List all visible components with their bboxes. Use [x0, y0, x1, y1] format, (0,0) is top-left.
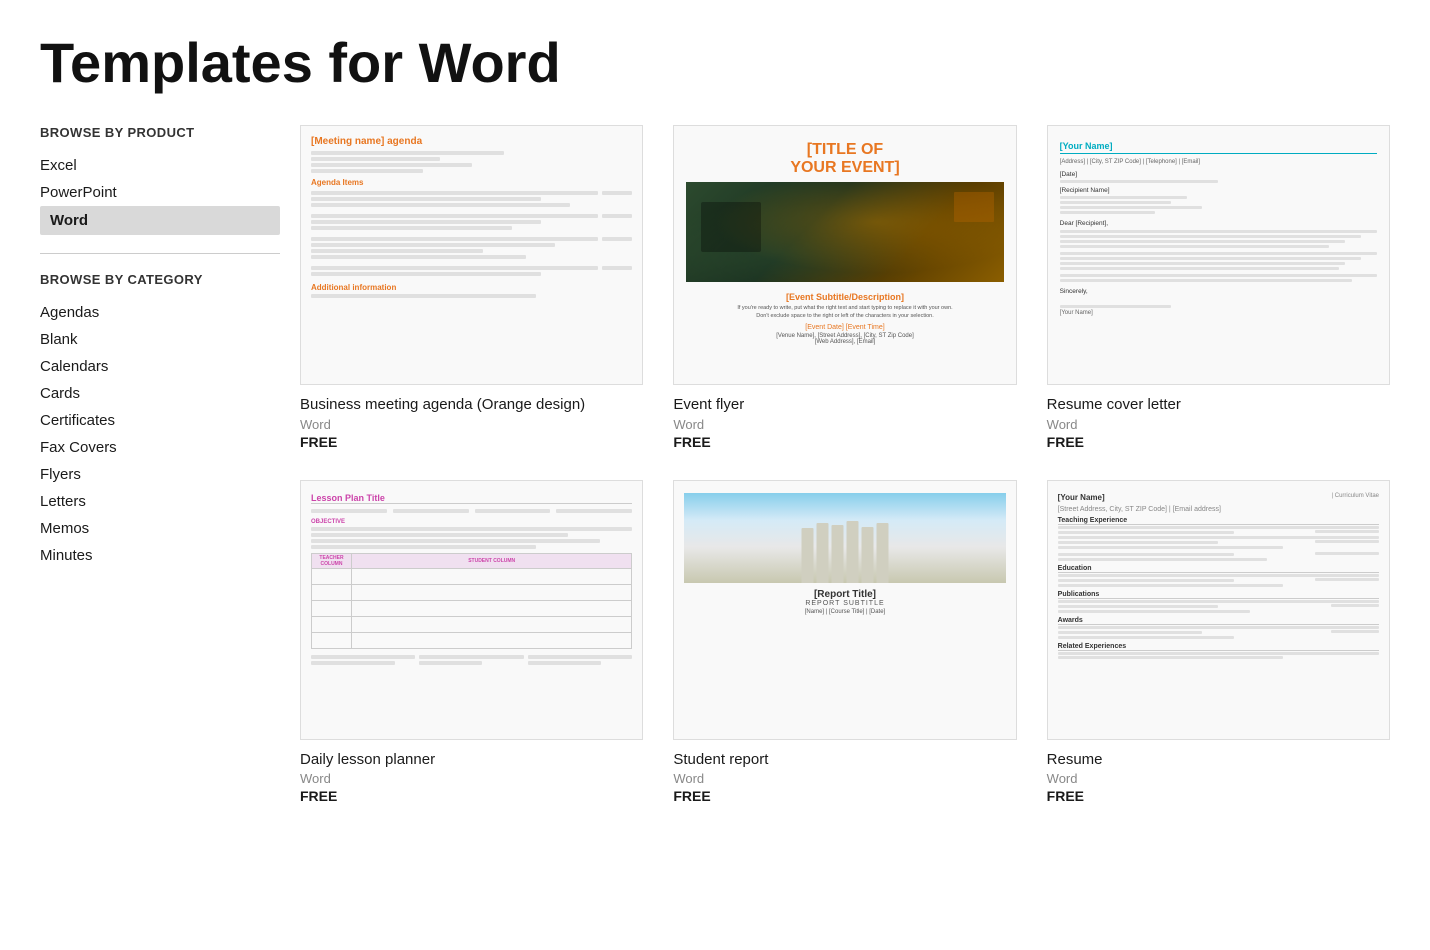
template-price-agenda: FREE: [300, 434, 643, 450]
sidebar-item-powerpoint[interactable]: PowerPoint: [40, 179, 280, 206]
template-price-student-report: FREE: [673, 788, 1016, 804]
template-thumb-lesson[interactable]: Lesson Plan Title OBJECTIVE: [300, 480, 643, 740]
sidebar-divider: [40, 253, 280, 254]
sidebar-item-flyers[interactable]: Flyers: [40, 461, 280, 488]
template-thumb-agenda[interactable]: [Meeting name] agenda Agenda Items: [300, 125, 643, 385]
sidebar: BROWSE BY PRODUCT Excel PowerPoint Word …: [40, 125, 300, 804]
sidebar-item-letters[interactable]: Letters: [40, 488, 280, 515]
template-name-agenda: Business meeting agenda (Orange design): [300, 395, 643, 415]
template-info-student-report: Student report Word FREE: [673, 750, 1016, 805]
sidebar-item-minutes[interactable]: Minutes: [40, 542, 280, 569]
template-card-resume-cover[interactable]: [Your Name] [Address] | [City, ST ZIP Co…: [1047, 125, 1390, 450]
template-info-agenda: Business meeting agenda (Orange design) …: [300, 395, 643, 450]
sidebar-item-word[interactable]: Word: [40, 206, 280, 235]
template-product-student-report: Word: [673, 771, 1016, 786]
sidebar-item-calendars[interactable]: Calendars: [40, 353, 280, 380]
template-card-resume[interactable]: [Your Name] | Curriculum Vitae [Street A…: [1047, 480, 1390, 805]
sidebar-item-certificates[interactable]: Certificates: [40, 407, 280, 434]
template-name-flyer: Event flyer: [673, 395, 1016, 415]
browse-by-category-heading: BROWSE BY CATEGORY: [40, 272, 280, 289]
template-product-lesson: Word: [300, 771, 643, 786]
template-thumb-flyer[interactable]: [TITLE OFYOUR EVENT] [Event Subtitle/Des…: [673, 125, 1016, 385]
template-product-flyer: Word: [673, 417, 1016, 432]
browse-by-product-heading: BROWSE BY PRODUCT: [40, 125, 280, 142]
template-thumb-resume[interactable]: [Your Name] | Curriculum Vitae [Street A…: [1047, 480, 1390, 740]
template-card-lesson[interactable]: Lesson Plan Title OBJECTIVE: [300, 480, 643, 805]
template-name-resume: Resume: [1047, 750, 1390, 770]
sidebar-item-fax-covers[interactable]: Fax Covers: [40, 434, 280, 461]
sidebar-item-blank[interactable]: Blank: [40, 326, 280, 353]
template-price-flyer: FREE: [673, 434, 1016, 450]
template-price-resume: FREE: [1047, 788, 1390, 804]
template-product-resume: Word: [1047, 771, 1390, 786]
template-info-flyer: Event flyer Word FREE: [673, 395, 1016, 450]
template-thumb-resume-cover[interactable]: [Your Name] [Address] | [City, ST ZIP Co…: [1047, 125, 1390, 385]
sidebar-item-excel[interactable]: Excel: [40, 152, 280, 179]
sidebar-item-memos[interactable]: Memos: [40, 515, 280, 542]
templates-grid: [Meeting name] agenda Agenda Items: [300, 125, 1390, 804]
template-info-lesson: Daily lesson planner Word FREE: [300, 750, 643, 805]
template-info-resume: Resume Word FREE: [1047, 750, 1390, 805]
template-product-resume-cover: Word: [1047, 417, 1390, 432]
template-card-student-report[interactable]: [Report Title] REPORT SUBTITLE [Name] | …: [673, 480, 1016, 805]
template-product-agenda: Word: [300, 417, 643, 432]
sidebar-item-agendas[interactable]: Agendas: [40, 299, 280, 326]
template-price-lesson: FREE: [300, 788, 643, 804]
page-title: Templates for Word: [40, 30, 1390, 95]
template-card-agenda[interactable]: [Meeting name] agenda Agenda Items: [300, 125, 643, 450]
template-name-lesson: Daily lesson planner: [300, 750, 643, 770]
template-thumb-student-report[interactable]: [Report Title] REPORT SUBTITLE [Name] | …: [673, 480, 1016, 740]
sidebar-item-cards[interactable]: Cards: [40, 380, 280, 407]
main-content: [Meeting name] agenda Agenda Items: [300, 125, 1390, 804]
template-name-student-report: Student report: [673, 750, 1016, 770]
template-info-resume-cover: Resume cover letter Word FREE: [1047, 395, 1390, 450]
template-name-resume-cover: Resume cover letter: [1047, 395, 1390, 415]
template-price-resume-cover: FREE: [1047, 434, 1390, 450]
template-card-flyer[interactable]: [TITLE OFYOUR EVENT] [Event Subtitle/Des…: [673, 125, 1016, 450]
